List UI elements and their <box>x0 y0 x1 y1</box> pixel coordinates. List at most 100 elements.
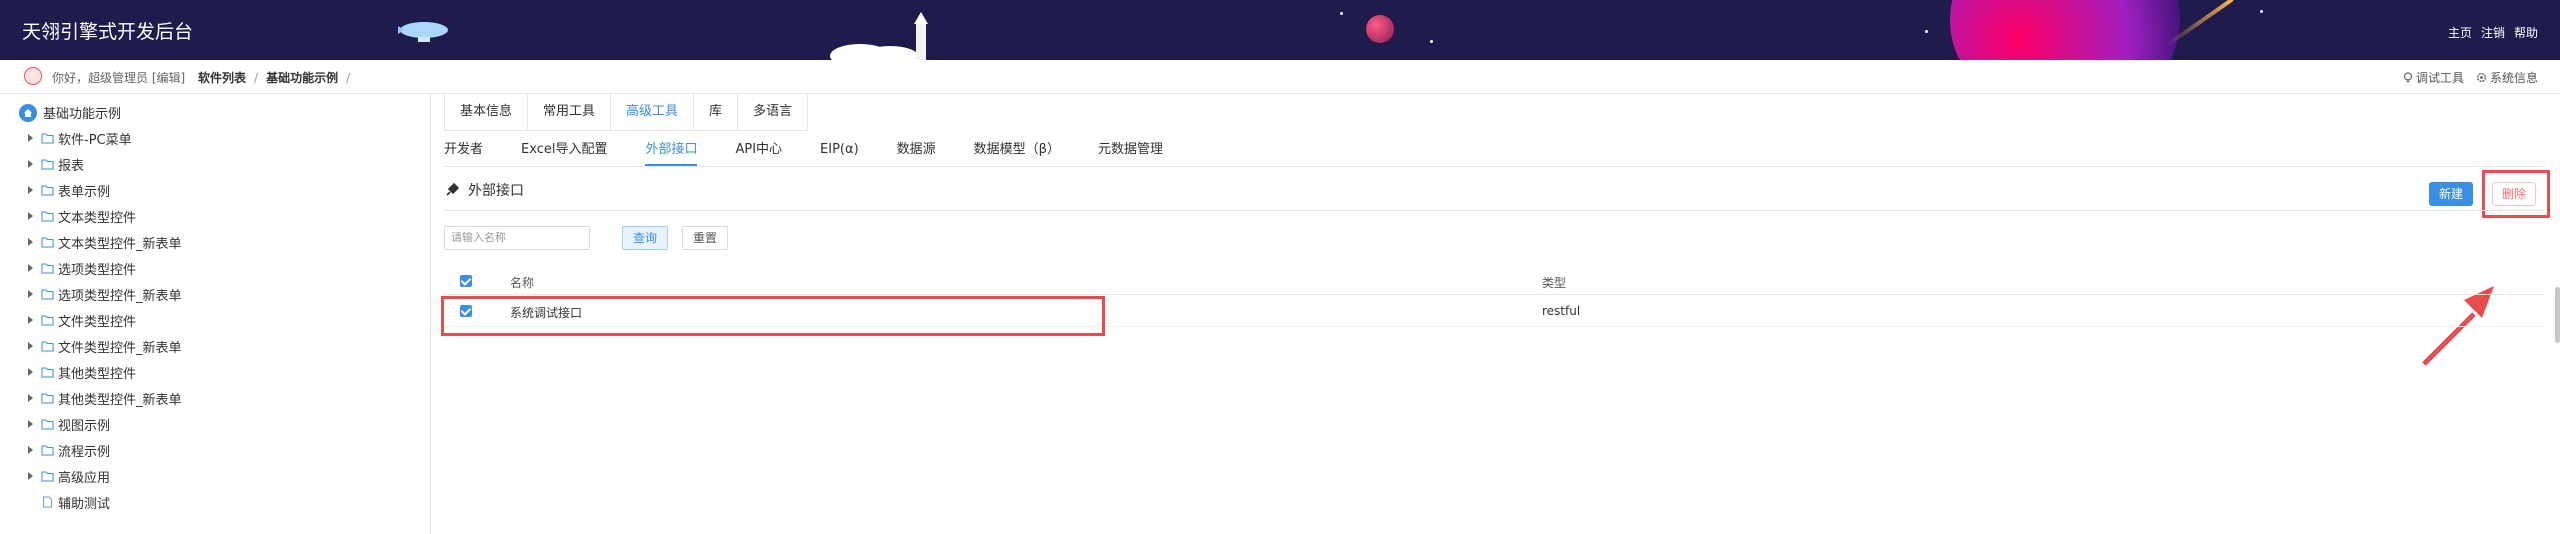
tab-api-center[interactable]: API中心 <box>735 138 782 166</box>
avatar[interactable] <box>24 67 42 85</box>
select-all-checkbox[interactable] <box>460 275 472 287</box>
caret-right-icon[interactable] <box>28 446 33 454</box>
row-type: restful <box>1542 304 1581 318</box>
folder-icon <box>41 419 54 430</box>
folder-icon <box>41 341 54 352</box>
tab-metadata[interactable]: 元数据管理 <box>1098 138 1163 166</box>
tab-data-model[interactable]: 数据模型（β） <box>974 138 1060 166</box>
row-highlight-box <box>441 296 1105 336</box>
caret-right-icon[interactable] <box>28 368 33 376</box>
table-header: 名称 类型 <box>444 268 2544 295</box>
new-button[interactable]: 新建 <box>2429 182 2473 206</box>
sidebar-item[interactable]: 表单示例 <box>28 180 110 200</box>
plug-icon <box>446 182 460 196</box>
caret-right-icon[interactable] <box>28 134 33 142</box>
breadcrumb-item-software-list[interactable]: 软件列表 <box>198 71 246 85</box>
reset-button[interactable]: 重置 <box>682 226 728 250</box>
tab-datasource[interactable]: 数据源 <box>897 138 936 166</box>
user-greeting[interactable]: 你好，超级管理员 [编辑] <box>52 69 185 86</box>
sidebar-item[interactable]: 其他类型控件 <box>28 362 136 382</box>
tab-developer[interactable]: 开发者 <box>444 138 483 166</box>
folder-icon <box>41 393 54 404</box>
folder-icon <box>41 445 54 456</box>
scrollbar[interactable] <box>2555 287 2560 343</box>
folder-icon <box>41 185 54 196</box>
sidebar-item-label: 报表 <box>58 158 85 174</box>
nav-help-link[interactable]: 帮助 <box>2514 24 2538 41</box>
sidebar-item-label: 流程示例 <box>58 444 111 460</box>
breadcrumb-item-current[interactable]: 基础功能示例 <box>266 71 338 85</box>
caret-right-icon[interactable] <box>28 160 33 168</box>
sidebar-item-label: 其他类型控件 <box>58 366 137 382</box>
sidebar-item[interactable]: 报表 <box>28 154 84 174</box>
star-icon <box>1340 12 1343 15</box>
nav-home-link[interactable]: 主页 <box>2448 24 2472 41</box>
sidebar-item[interactable]: 视图示例 <box>28 414 110 434</box>
sidebar-item[interactable]: 文本类型控件_新表单 <box>28 232 182 252</box>
tab-common-tools[interactable]: 常用工具 <box>528 94 612 130</box>
primary-tabs: 基本信息 常用工具 高级工具 库 多语言 <box>444 94 809 131</box>
caret-right-icon[interactable] <box>28 420 33 428</box>
secondary-tabs: 开发者 Excel导入配置 外部接口 API中心 EIP(α) 数据源 数据模型… <box>444 138 2544 167</box>
caret-right-icon[interactable] <box>28 342 33 350</box>
tree-root[interactable]: 基础功能示例 <box>19 103 121 122</box>
sidebar-item-label: 软件-PC菜单 <box>58 132 132 148</box>
breadcrumb-separator: / <box>346 71 351 85</box>
sidebar-item[interactable]: 文件类型控件 <box>28 310 136 330</box>
search-input[interactable]: 请输入名称 <box>444 226 590 250</box>
sidebar-item-label: 文件类型控件 <box>58 314 137 330</box>
panel-title: 外部接口 <box>468 183 524 199</box>
tab-basic-info[interactable]: 基本信息 <box>445 94 529 130</box>
caret-right-icon[interactable] <box>28 186 33 194</box>
sidebar-item[interactable]: 其他类型控件_新表单 <box>28 388 182 408</box>
sidebar-item[interactable]: 选项类型控件_新表单 <box>28 284 182 304</box>
sidebar-tree: 基础功能示例 软件-PC菜单 报表表单示例文本类型控件文本类型控件_新表单 选项类型… <box>0 94 431 534</box>
gear-icon <box>2476 72 2487 83</box>
tab-multilang[interactable]: 多语言 <box>738 94 807 130</box>
sidebar-item[interactable]: 软件-PC菜单 <box>28 128 132 148</box>
sidebar-item-label: 文本类型控件_新表单 <box>58 236 182 252</box>
panel-divider <box>444 210 2544 211</box>
sidebar-item[interactable]: 流程示例 <box>28 440 110 460</box>
castle-illustration <box>830 12 928 60</box>
caret-right-icon[interactable] <box>28 290 33 298</box>
caret-right-icon[interactable] <box>28 238 33 246</box>
sidebar-item-label: 辅助测试 <box>58 496 111 512</box>
caret-right-icon[interactable] <box>28 264 33 272</box>
system-info-label: 系统信息 <box>2489 71 2538 85</box>
caret-right-icon[interactable] <box>28 212 33 220</box>
sidebar-item[interactable]: 文本类型控件 <box>28 206 136 226</box>
star-icon <box>1925 30 1928 33</box>
tab-advanced-tools[interactable]: 高级工具 <box>611 94 695 130</box>
sidebar-item[interactable]: 辅助测试 <box>28 492 110 512</box>
sidebar-item-label: 选项类型控件_新表单 <box>58 288 182 304</box>
query-button[interactable]: 查询 <box>622 226 668 250</box>
breadcrumb: 软件列表 / 基础功能示例 / <box>198 69 358 86</box>
tab-library[interactable]: 库 <box>694 94 739 130</box>
sidebar-item-label: 文本类型控件 <box>58 210 137 226</box>
tab-excel-import[interactable]: Excel导入配置 <box>521 138 607 166</box>
caret-right-icon[interactable] <box>28 394 33 402</box>
debug-tools-label: 调试工具 <box>2415 71 2464 85</box>
folder-icon <box>41 237 54 248</box>
caret-right-icon[interactable] <box>28 316 33 324</box>
sidebar-item[interactable]: 文件类型控件_新表单 <box>28 336 182 356</box>
nav-logout-link[interactable]: 注销 <box>2481 24 2505 41</box>
tab-external-interface[interactable]: 外部接口 <box>645 138 698 166</box>
breadcrumb-separator: / <box>254 71 259 85</box>
folder-icon <box>41 471 54 482</box>
blimp-illustration <box>398 22 448 42</box>
file-icon <box>43 496 52 508</box>
caret-right-icon[interactable] <box>28 472 33 480</box>
sidebar-item[interactable]: 高级应用 <box>28 466 110 486</box>
sidebar-item-label: 选项类型控件 <box>58 262 137 278</box>
system-info-link[interactable]: 系统信息 <box>2476 69 2538 86</box>
sidebar-item-label: 其他类型控件_新表单 <box>58 392 182 408</box>
bulb-icon <box>2403 72 2413 83</box>
tab-eip[interactable]: EIP(α) <box>820 138 859 166</box>
tools-menu: 调试工具 系统信息 <box>2403 69 2538 86</box>
debug-tools-link[interactable]: 调试工具 <box>2403 69 2464 86</box>
star-icon <box>1430 40 1433 43</box>
sidebar-item[interactable]: 选项类型控件 <box>28 258 136 278</box>
star-icon <box>2260 10 2263 13</box>
